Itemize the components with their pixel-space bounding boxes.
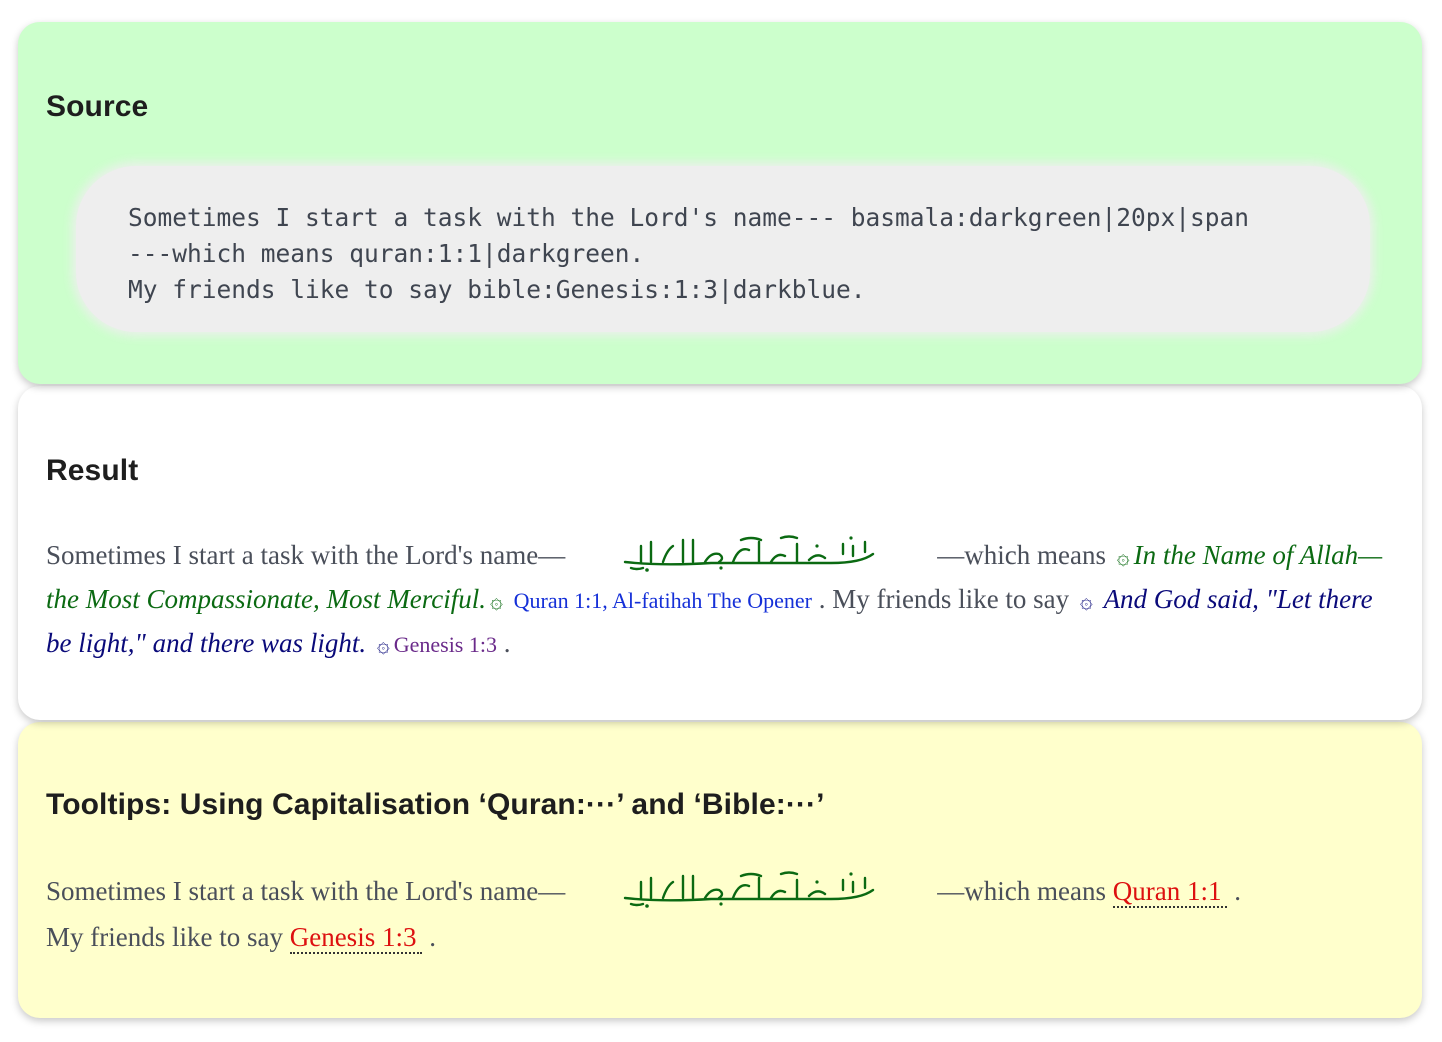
code-line: Sometimes I start a task with the Lord's…	[128, 203, 1250, 232]
result-end-period: .	[503, 628, 511, 658]
basmala-icon	[621, 532, 881, 572]
quran-reference: Quran 1:1, Al-fatihah The Opener	[513, 588, 812, 613]
tooltips-card: Tooltips: Using Capitalisation ‘Quran:··…	[18, 722, 1422, 1018]
tooltips-which-means-text: —which means	[937, 876, 1106, 906]
tooltips-sep-period: .	[1234, 876, 1241, 906]
code-line: My friends like to say bible:Genesis:1:3…	[128, 275, 866, 304]
result-friends-text: . My friends like to say	[818, 584, 1070, 614]
ornament-close-icon: ۞	[489, 588, 503, 613]
result-paragraph: Sometimes I start a task with the Lord's…	[46, 532, 1392, 666]
quran-tooltip-link[interactable]: Quran 1:1	[1112, 876, 1228, 908]
source-heading: Source	[46, 90, 149, 123]
result-card: Result Sometimes I start a task with the…	[18, 386, 1422, 720]
result-which-means-text: —which means	[937, 540, 1106, 570]
ornament-open-icon: ۞	[1079, 588, 1093, 613]
ornament-open-icon: ۞	[1116, 544, 1130, 569]
ornament-close-icon: ۞	[376, 632, 390, 657]
tooltips-heading: Tooltips: Using Capitalisation ‘Quran:··…	[46, 788, 825, 821]
code-line: ---which means quran:1:1|darkgreen.	[128, 239, 645, 268]
basmala-icon	[621, 868, 881, 908]
result-heading: Result	[46, 454, 139, 487]
tooltips-friends-text: My friends like to say	[46, 922, 283, 952]
result-intro-text: Sometimes I start a task with the Lord's…	[46, 540, 566, 570]
bible-reference: Genesis 1:3	[393, 632, 497, 657]
tooltips-end-period: .	[429, 922, 436, 952]
tooltips-paragraph: Sometimes I start a task with the Lord's…	[46, 868, 1392, 960]
bible-tooltip-link[interactable]: Genesis 1:3	[289, 922, 423, 954]
source-code-block: Sometimes I start a task with the Lord's…	[76, 166, 1370, 332]
tooltips-intro-text: Sometimes I start a task with the Lord's…	[46, 876, 566, 906]
source-card: Source Sometimes I start a task with the…	[18, 22, 1422, 384]
